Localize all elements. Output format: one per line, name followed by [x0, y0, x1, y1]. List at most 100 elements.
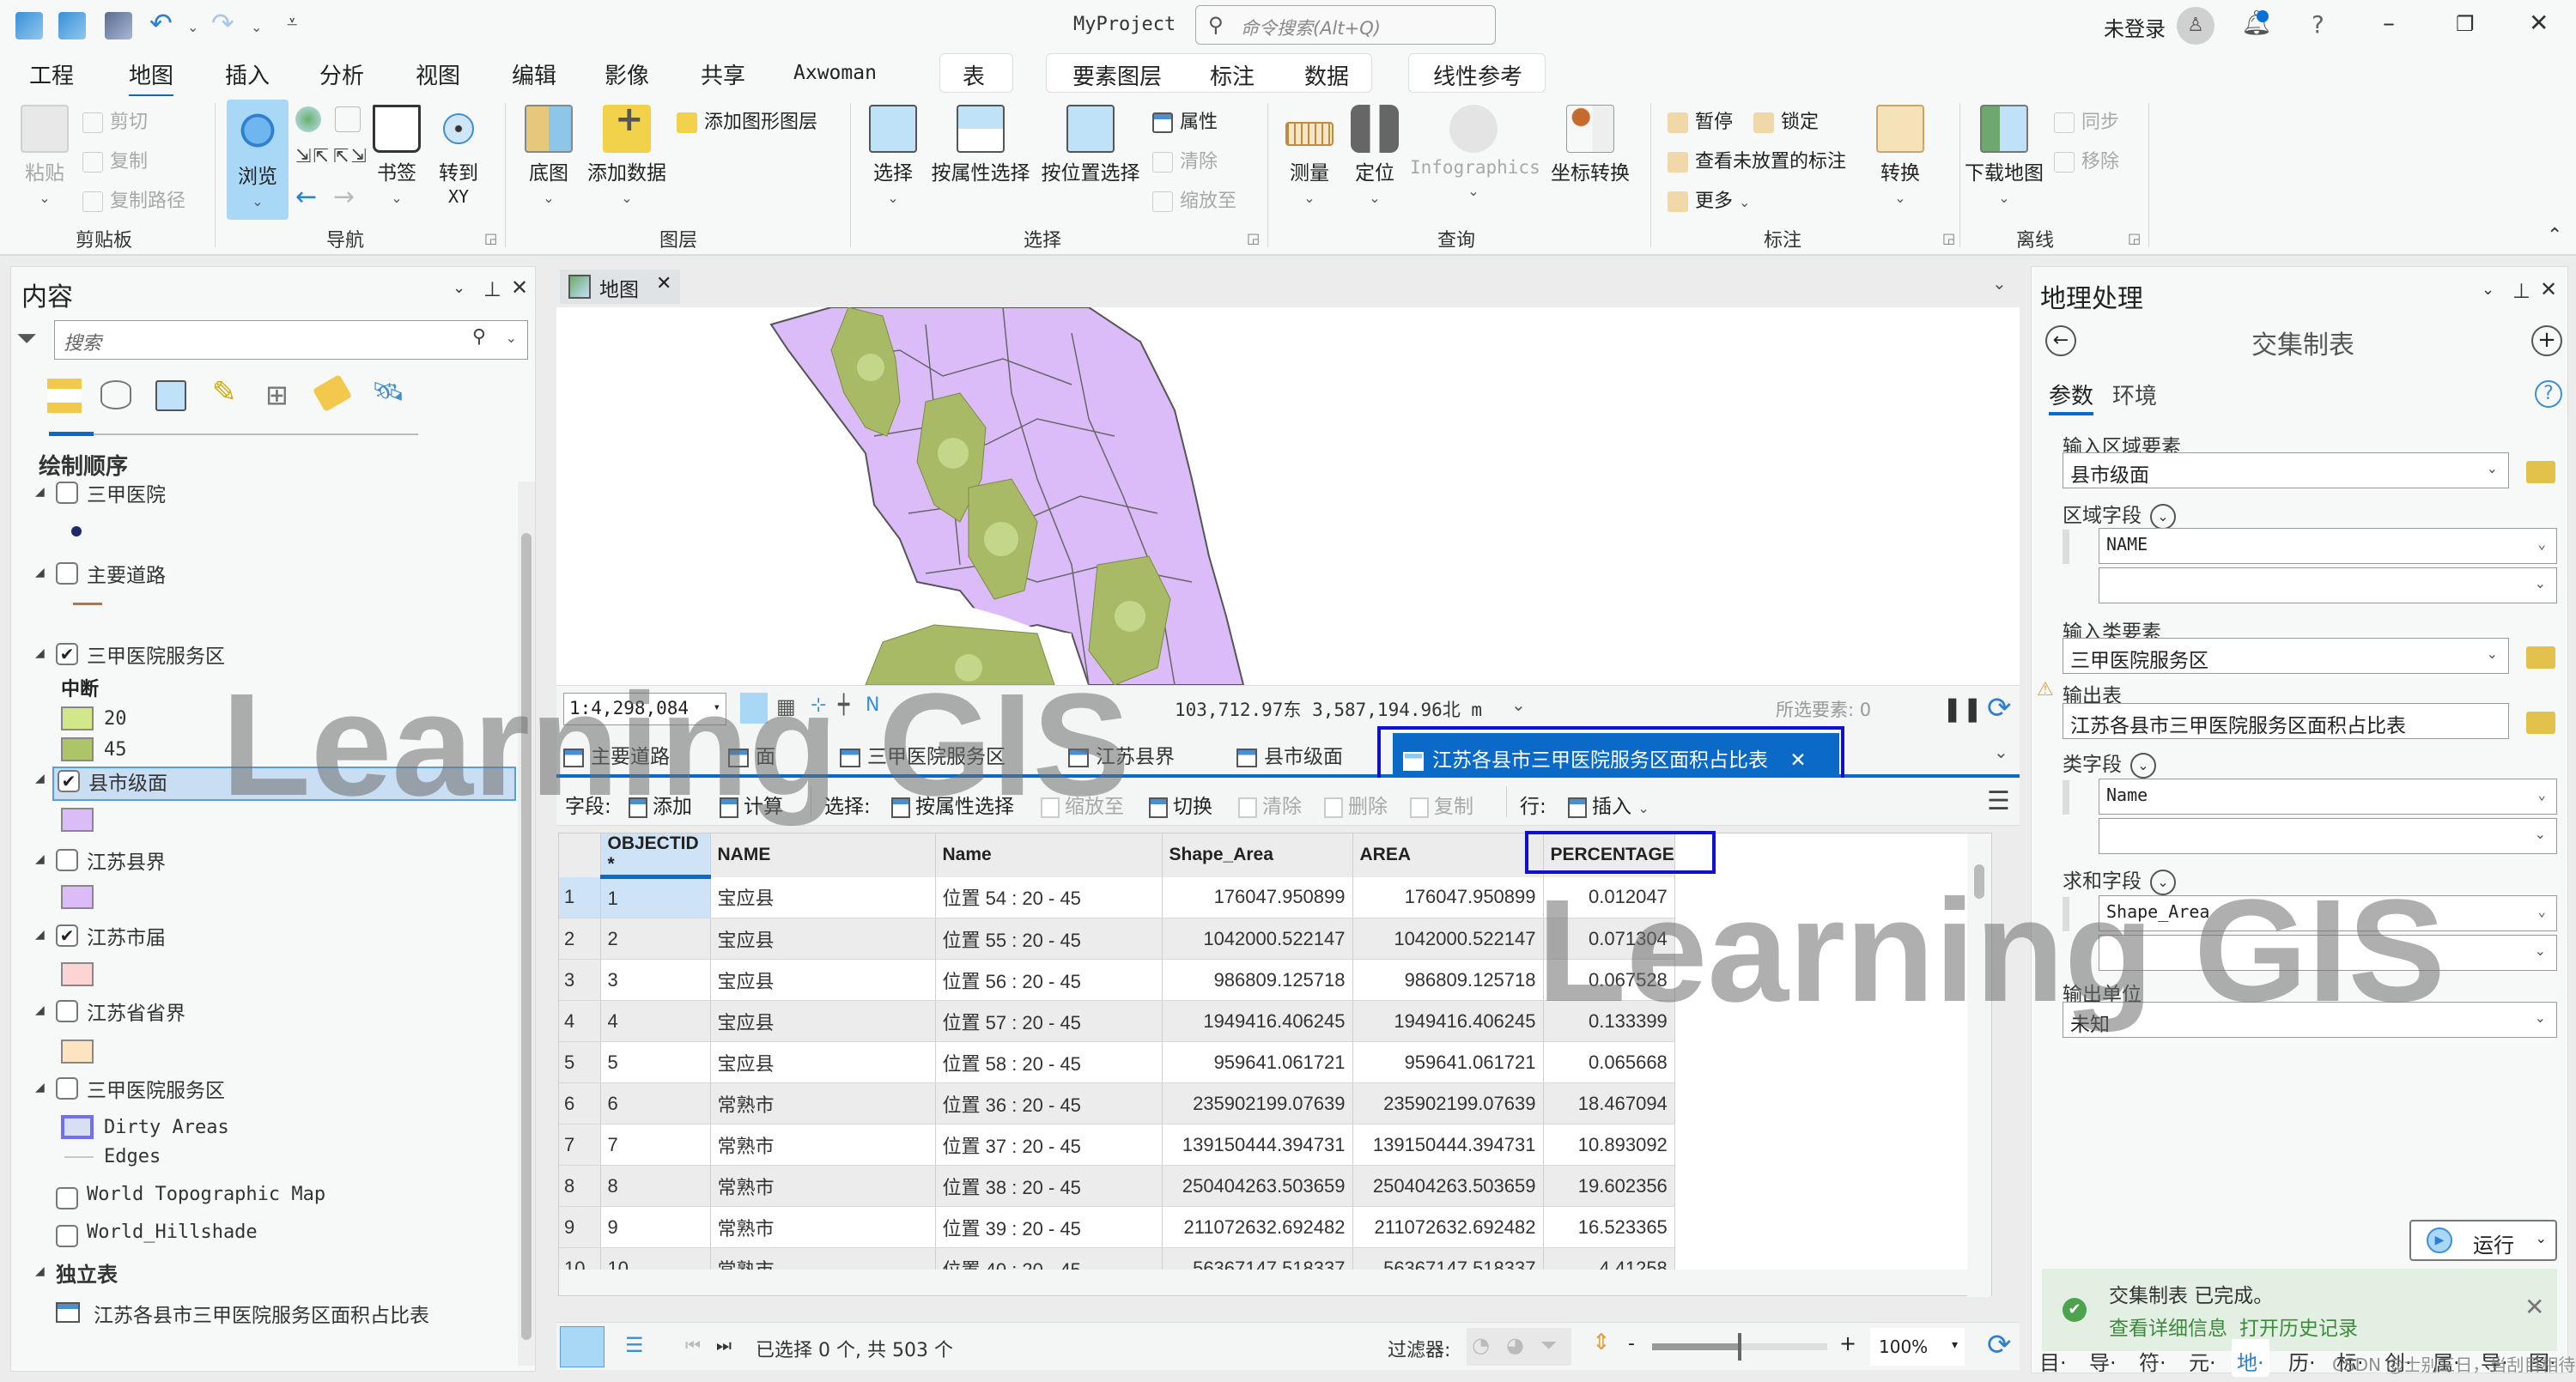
drag-handle[interactable] — [2063, 780, 2069, 815]
percentage-cell[interactable]: 0.065668 — [1543, 1041, 1675, 1083]
constraints-icon[interactable]: ┿ — [838, 694, 849, 716]
add-field-button[interactable]: 添加 — [629, 790, 692, 819]
table-grid-icon[interactable]: ▦ — [776, 694, 796, 718]
table-tab-main-roads[interactable]: 主要道路 — [563, 740, 670, 769]
layer-visibility-checkbox[interactable] — [56, 562, 78, 585]
table-row[interactable]: 8 8 常熟市 位置 38 : 20 - 45 250404263.503659 2504… — [559, 1165, 1675, 1207]
extent-filter-icon[interactable]: ◔ — [1472, 1333, 1490, 1357]
column-header-name[interactable]: Name — [935, 833, 1163, 877]
table-row[interactable]: 4 4 宝应县 位置 57 : 20 - 45 1949416.406245 194941… — [559, 1000, 1675, 1042]
close-pane-icon[interactable]: ✕ — [2540, 277, 2557, 301]
area-cell[interactable]: 235902199.07639 — [1352, 1082, 1544, 1124]
table-row[interactable]: 3 3 宝应县 位置 56 : 20 - 45 986809.125718 986809.… — [559, 959, 1675, 1001]
table-tab-service-area[interactable]: 三甲医院服务区 — [840, 740, 1005, 769]
run-options-chevron-icon[interactable]: ⌄ — [2536, 1230, 2547, 1246]
shape-area-cell[interactable]: 211072632.692482 — [1162, 1206, 1353, 1248]
shape-area-cell[interactable]: 1949416.406245 — [1162, 1000, 1353, 1042]
name-cell[interactable]: 位置 38 : 20 - 45 — [935, 1165, 1163, 1207]
output-table-input[interactable]: 江苏各县市三甲医院服务区面积占比表 — [2063, 703, 2509, 739]
dismiss-notification-icon[interactable]: ✕ — [2524, 1293, 2544, 1321]
zone-field-1-dropdown[interactable]: NAME ⌄ — [2099, 528, 2557, 564]
table-row[interactable]: 1 1 宝应县 位置 54 : 20 - 45 176047.950899 176047.… — [559, 876, 1675, 918]
list-by-labeling-icon[interactable] — [312, 374, 353, 412]
table-row[interactable]: 5 5 宝应县 位置 58 : 20 - 45 959641.061721 959641.… — [559, 1041, 1675, 1083]
infographics-button[interactable]: Infographics ⌄ — [1410, 105, 1540, 201]
back-arrow-icon[interactable]: ← — [2045, 325, 2076, 356]
bottom-tab-symbology[interactable]: 符· — [2139, 1346, 2166, 1376]
table-row[interactable]: 2 2 宝应县 位置 55 : 20 - 45 1042000.522147 104200… — [559, 918, 1675, 960]
percentage-cell[interactable]: 0.012047 — [1543, 876, 1675, 918]
class-field-2-dropdown[interactable]: ⌄ — [2099, 818, 2557, 854]
area-cell[interactable]: 959641.061721 — [1352, 1041, 1544, 1083]
list-by-selection-icon[interactable] — [155, 380, 186, 411]
minimize-button[interactable]: – — [2383, 9, 2395, 37]
first-record-icon[interactable]: ⏮ — [685, 1335, 701, 1355]
expand-triangle-icon[interactable]: ◢ — [35, 1003, 45, 1017]
area-cell[interactable]: 176047.950899 — [1352, 876, 1544, 918]
login-status[interactable]: 未登录 — [2104, 12, 2166, 42]
last-record-icon[interactable]: ⏭ — [716, 1335, 732, 1355]
zoom-to-table-button[interactable]: 缩放至 — [1041, 790, 1124, 819]
delete-selected-button[interactable]: 删除 — [1324, 790, 1388, 819]
lock-labels-button[interactable]: 锁定 — [1753, 106, 1819, 134]
name-upper-cell[interactable]: 宝应县 — [710, 1041, 936, 1083]
objectid-cell[interactable]: 5 — [600, 1041, 711, 1083]
expand-circle-chevron-icon[interactable]: ⌄ — [2150, 503, 2176, 530]
search-options-chevron-icon[interactable]: ⌄ — [506, 330, 517, 346]
column-header-shape-area[interactable]: Shape_Area — [1162, 833, 1353, 877]
shape-area-cell[interactable]: 959641.061721 — [1162, 1041, 1353, 1083]
sum-field-1-dropdown[interactable]: Shape_Area ⌄ — [2099, 895, 2557, 931]
expand-triangle-icon[interactable]: ◢ — [35, 852, 45, 866]
add-tool-plus-icon[interactable]: + — [2531, 325, 2562, 356]
selection-dialog-launcher-icon[interactable]: ◲ — [1247, 230, 1260, 246]
clear-selection-button[interactable]: 清除 — [1152, 146, 1218, 173]
collapse-ribbon-icon[interactable]: ⌃ — [2547, 225, 2562, 246]
row-number-cell[interactable]: 3 — [559, 959, 601, 1001]
name-upper-cell[interactable]: 宝应县 — [710, 1000, 936, 1042]
list-by-perspective-imagery-icon[interactable]: 🛰︎ — [372, 377, 404, 407]
table-tabs-overflow-chevron-icon[interactable]: ⌄ — [1994, 742, 2008, 762]
expand-triangle-icon[interactable]: ◢ — [35, 772, 45, 785]
ribbon-tab-linear-referencing[interactable]: 线性参考 — [1433, 59, 1522, 91]
name-cell[interactable]: 位置 56 : 20 - 45 — [935, 959, 1163, 1001]
list-by-editing-icon[interactable]: ✎ — [212, 375, 237, 409]
name-cell[interactable]: 位置 36 : 20 - 45 — [935, 1082, 1163, 1124]
shape-area-cell[interactable]: 176047.950899 — [1162, 876, 1353, 918]
undo-dropdown-icon[interactable]: ⌄ — [187, 19, 198, 35]
ribbon-tab-map[interactable]: 地图 — [129, 58, 174, 99]
pane-options-icon[interactable]: ⌄ — [453, 279, 465, 297]
ribbon-tab-analysis[interactable]: 分析 — [319, 58, 364, 90]
expand-triangle-icon[interactable]: ◢ — [35, 1264, 45, 1278]
insert-row-button[interactable]: 插入 ⌄ — [1568, 790, 1649, 819]
row-number-cell[interactable]: 6 — [559, 1082, 601, 1124]
objectid-cell[interactable]: 4 — [600, 1000, 711, 1042]
name-upper-cell[interactable]: 常熟市 — [710, 1206, 936, 1248]
table-tab-jiangsu-county[interactable]: 江苏县界 — [1068, 740, 1175, 769]
output-units-dropdown[interactable]: 未知 ⌄ — [2063, 1002, 2557, 1038]
table-options-menu-icon[interactable]: ☰ — [1987, 786, 2010, 816]
column-header-name-upper[interactable]: NAME — [710, 833, 936, 877]
layer-row-county-polygons-selected[interactable]: ✔ 县市级面 — [52, 767, 516, 801]
layer-visibility-checkbox[interactable]: ✔ — [56, 643, 78, 665]
name-upper-cell[interactable]: 常熟市 — [710, 1124, 936, 1166]
shape-area-cell[interactable]: 986809.125718 — [1162, 959, 1353, 1001]
navigate-dialog-launcher-icon[interactable]: ◲ — [484, 230, 497, 246]
drag-handle[interactable] — [2063, 530, 2069, 564]
switch-selection-button[interactable]: 切换 — [1149, 790, 1212, 819]
command-search-input[interactable]: ⚲ 命令搜索(Alt+Q) — [1195, 5, 1496, 45]
browse-folder-icon[interactable] — [2526, 646, 2555, 669]
objectid-cell[interactable]: 6 — [600, 1082, 711, 1124]
percentage-cell[interactable]: 10.893092 — [1543, 1124, 1675, 1166]
zoom-dropdown-icon[interactable]: ▾ — [1952, 1338, 1958, 1352]
offline-dialog-launcher-icon[interactable]: ◲ — [2128, 230, 2141, 246]
objectid-cell[interactable]: 3 — [600, 959, 711, 1001]
name-upper-cell[interactable]: 宝应县 — [710, 876, 936, 918]
expand-triangle-icon[interactable]: ◢ — [35, 566, 45, 579]
redo-dropdown-icon[interactable]: ⌄ — [251, 19, 262, 35]
open-history-link[interactable]: 打开历史记录 — [2239, 1312, 2358, 1341]
row-number-cell[interactable]: 5 — [559, 1041, 601, 1083]
layer-visibility-checkbox[interactable] — [56, 482, 78, 504]
list-by-data-source-icon[interactable] — [100, 380, 131, 409]
definition-filter-icon[interactable]: ⏷ — [1540, 1333, 1557, 1357]
layer-visibility-checkbox[interactable] — [56, 1000, 78, 1022]
